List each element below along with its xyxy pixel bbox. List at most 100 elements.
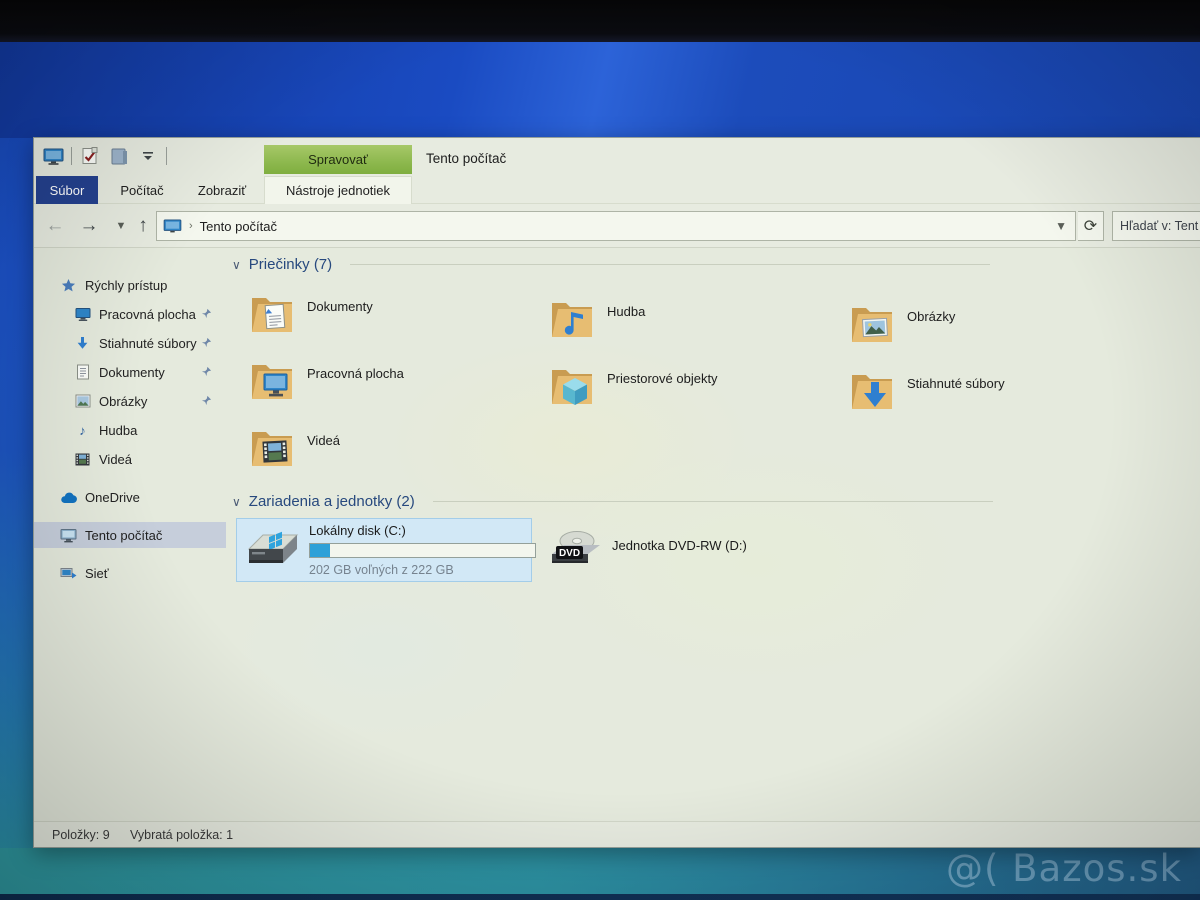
computer-icon (163, 219, 182, 234)
bezel-top (0, 0, 1200, 42)
group-label: Priečinky (7) (249, 256, 332, 273)
pictures-icon (74, 394, 91, 408)
tile-label: Stiahnuté súbory (907, 376, 1005, 428)
navigation-pane: Rýchly prístup Pracovná plocha Stiahnuté… (34, 248, 226, 823)
up-button[interactable]: ↑ (130, 212, 156, 240)
pin-icon (201, 395, 212, 406)
group-divider (433, 501, 993, 502)
hard-drive-windows-icon (243, 527, 301, 581)
tab-computer[interactable]: Počítač (106, 176, 178, 204)
collapse-chevron-icon[interactable]: ∨ (232, 258, 241, 272)
navigation-bar: ← → ▼ ↑ › Tento počítač ▼ ⟳ (34, 204, 1200, 248)
sidebar-item-videos[interactable]: Videá (34, 446, 226, 472)
sidebar-label: Rýchly prístup (85, 278, 167, 293)
sidebar-item-downloads[interactable]: Stiahnuté súbory (34, 330, 226, 356)
contextual-tab-group-manage[interactable]: Spravovať (264, 145, 412, 174)
tile-label: Priestorové objekty (607, 371, 718, 423)
videos-folder-icon (249, 427, 299, 485)
sidebar-item-onedrive[interactable]: OneDrive (34, 484, 226, 510)
toolbar-separator (166, 147, 167, 165)
pin-icon (201, 308, 212, 319)
onedrive-cloud-icon (60, 491, 77, 504)
sidebar-label: Tento počítač (85, 528, 162, 543)
pin-icon (201, 366, 212, 377)
photographed-screen: @( Bazos.sk Spravovať (0, 0, 1200, 900)
this-pc-icon[interactable] (42, 145, 64, 167)
refresh-button[interactable]: ⟳ (1078, 211, 1104, 241)
downloads-icon (74, 336, 91, 351)
collapse-chevron-icon[interactable]: ∨ (232, 495, 241, 509)
sidebar-item-network[interactable]: Sieť (34, 560, 226, 586)
desktop-wallpaper-bottom: @( Bazos.sk (0, 848, 1200, 900)
ribbon-tab-bar: Súbor Počítač Zobraziť Nástroje jednotie… (34, 176, 1200, 204)
sidebar-label: OneDrive (85, 490, 140, 505)
tile-label: Dokumenty (307, 299, 373, 351)
back-button[interactable]: ← (42, 212, 68, 240)
tab-view[interactable]: Zobraziť (186, 176, 258, 204)
group-header-devices[interactable]: ∨ Zariadenia a jednotky (2) (232, 493, 993, 510)
network-icon (60, 566, 77, 580)
sidebar-item-desktop[interactable]: Pracovná plocha (34, 301, 226, 327)
address-dropdown-chevron[interactable]: ▼ (1055, 219, 1067, 233)
tile-label: Videá (307, 433, 340, 485)
music-folder-icon (549, 298, 599, 356)
desktop-folder-icon (249, 360, 299, 418)
tile-label: Hudba (607, 304, 645, 356)
files-pane: ∨ Priečinky (7) Dokumenty Hudba (226, 248, 1200, 823)
documents-folder-icon (249, 293, 299, 351)
sidebar-label: Hudba (99, 423, 137, 438)
sidebar-label: Stiahnuté súbory (99, 336, 197, 351)
breadcrumb[interactable]: › Tento počítač (163, 219, 277, 234)
tile-label: Pracovná plocha (307, 366, 404, 418)
drive-free-space: 202 GB voľných z 222 GB (309, 563, 536, 577)
sidebar-label: Dokumenty (99, 365, 165, 380)
pictures-folder-icon (849, 303, 899, 361)
sidebar-item-music[interactable]: ♪ Hudba (34, 417, 226, 443)
group-header-folders[interactable]: ∨ Priečinky (7) (232, 256, 990, 273)
forward-button[interactable]: → (76, 212, 102, 240)
new-folder-icon[interactable] (108, 145, 130, 167)
3d-objects-folder-icon (549, 365, 599, 423)
quick-access-star-icon (60, 278, 77, 293)
folder-tile-3d-objects[interactable]: Priestorové objekty (549, 363, 841, 423)
folder-tile-music[interactable]: Hudba (549, 296, 841, 356)
drive-tile-dvd-rw-d[interactable]: DVD Jednotka DVD-RW (D:) (548, 526, 838, 582)
documents-icon (74, 364, 91, 380)
customize-toolbar-icon[interactable] (137, 145, 159, 167)
title-bar: Spravovať Tento počítač (34, 138, 1200, 176)
address-bar[interactable]: › Tento počítač ▼ (156, 211, 1076, 241)
explorer-window: Spravovať Tento počítač Súbor Počítač Zo… (33, 137, 1200, 848)
drive-usage-fill (310, 544, 330, 557)
group-label: Zariadenia a jednotky (2) (249, 493, 415, 510)
sidebar-item-pictures[interactable]: Obrázky (34, 388, 226, 414)
toolbar-separator (71, 147, 72, 165)
sidebar-label: Obrázky (99, 394, 147, 409)
dvd-badge: DVD (559, 548, 580, 559)
status-bar: Položky: 9 Vybratá položka: 1 (34, 821, 1200, 847)
sidebar-item-this-pc[interactable]: Tento počítač (34, 522, 226, 548)
properties-icon[interactable] (79, 145, 101, 167)
sidebar-item-quick-access[interactable]: Rýchly prístup (34, 272, 226, 298)
drive-label: Lokálny disk (C:) (309, 523, 536, 538)
folder-tile-pictures[interactable]: Obrázky (849, 301, 1141, 361)
dvd-drive-icon: DVD (548, 528, 604, 582)
sidebar-item-documents[interactable]: Dokumenty (34, 359, 226, 385)
drive-tile-local-disk-c[interactable]: Lokálny disk (C:) 202 GB voľných z 222 G… (236, 518, 532, 582)
window-title: Tento počítač (426, 151, 506, 166)
quick-access-toolbar (42, 144, 167, 168)
tab-drive-tools[interactable]: Nástroje jednotiek (264, 176, 412, 204)
bazos-watermark: @( Bazos.sk (946, 847, 1182, 890)
tab-file[interactable]: Súbor (36, 176, 98, 204)
status-selected-count: Vybratá položka: 1 (130, 828, 233, 842)
desktop-icon (74, 306, 91, 322)
tile-label: Obrázky (907, 309, 955, 361)
drive-usage-bar (309, 543, 536, 558)
breadcrumb-location[interactable]: Tento počítač (200, 219, 277, 234)
search-input[interactable] (1112, 211, 1200, 241)
folder-tile-desktop[interactable]: Pracovná plocha (249, 358, 541, 418)
folder-tile-downloads[interactable]: Stiahnuté súbory (849, 368, 1141, 428)
folder-tile-videos[interactable]: Videá (249, 425, 541, 485)
folder-tile-documents[interactable]: Dokumenty (249, 291, 541, 351)
drive-label: Jednotka DVD-RW (D:) (612, 538, 747, 553)
status-items-count: Položky: 9 (52, 828, 110, 842)
